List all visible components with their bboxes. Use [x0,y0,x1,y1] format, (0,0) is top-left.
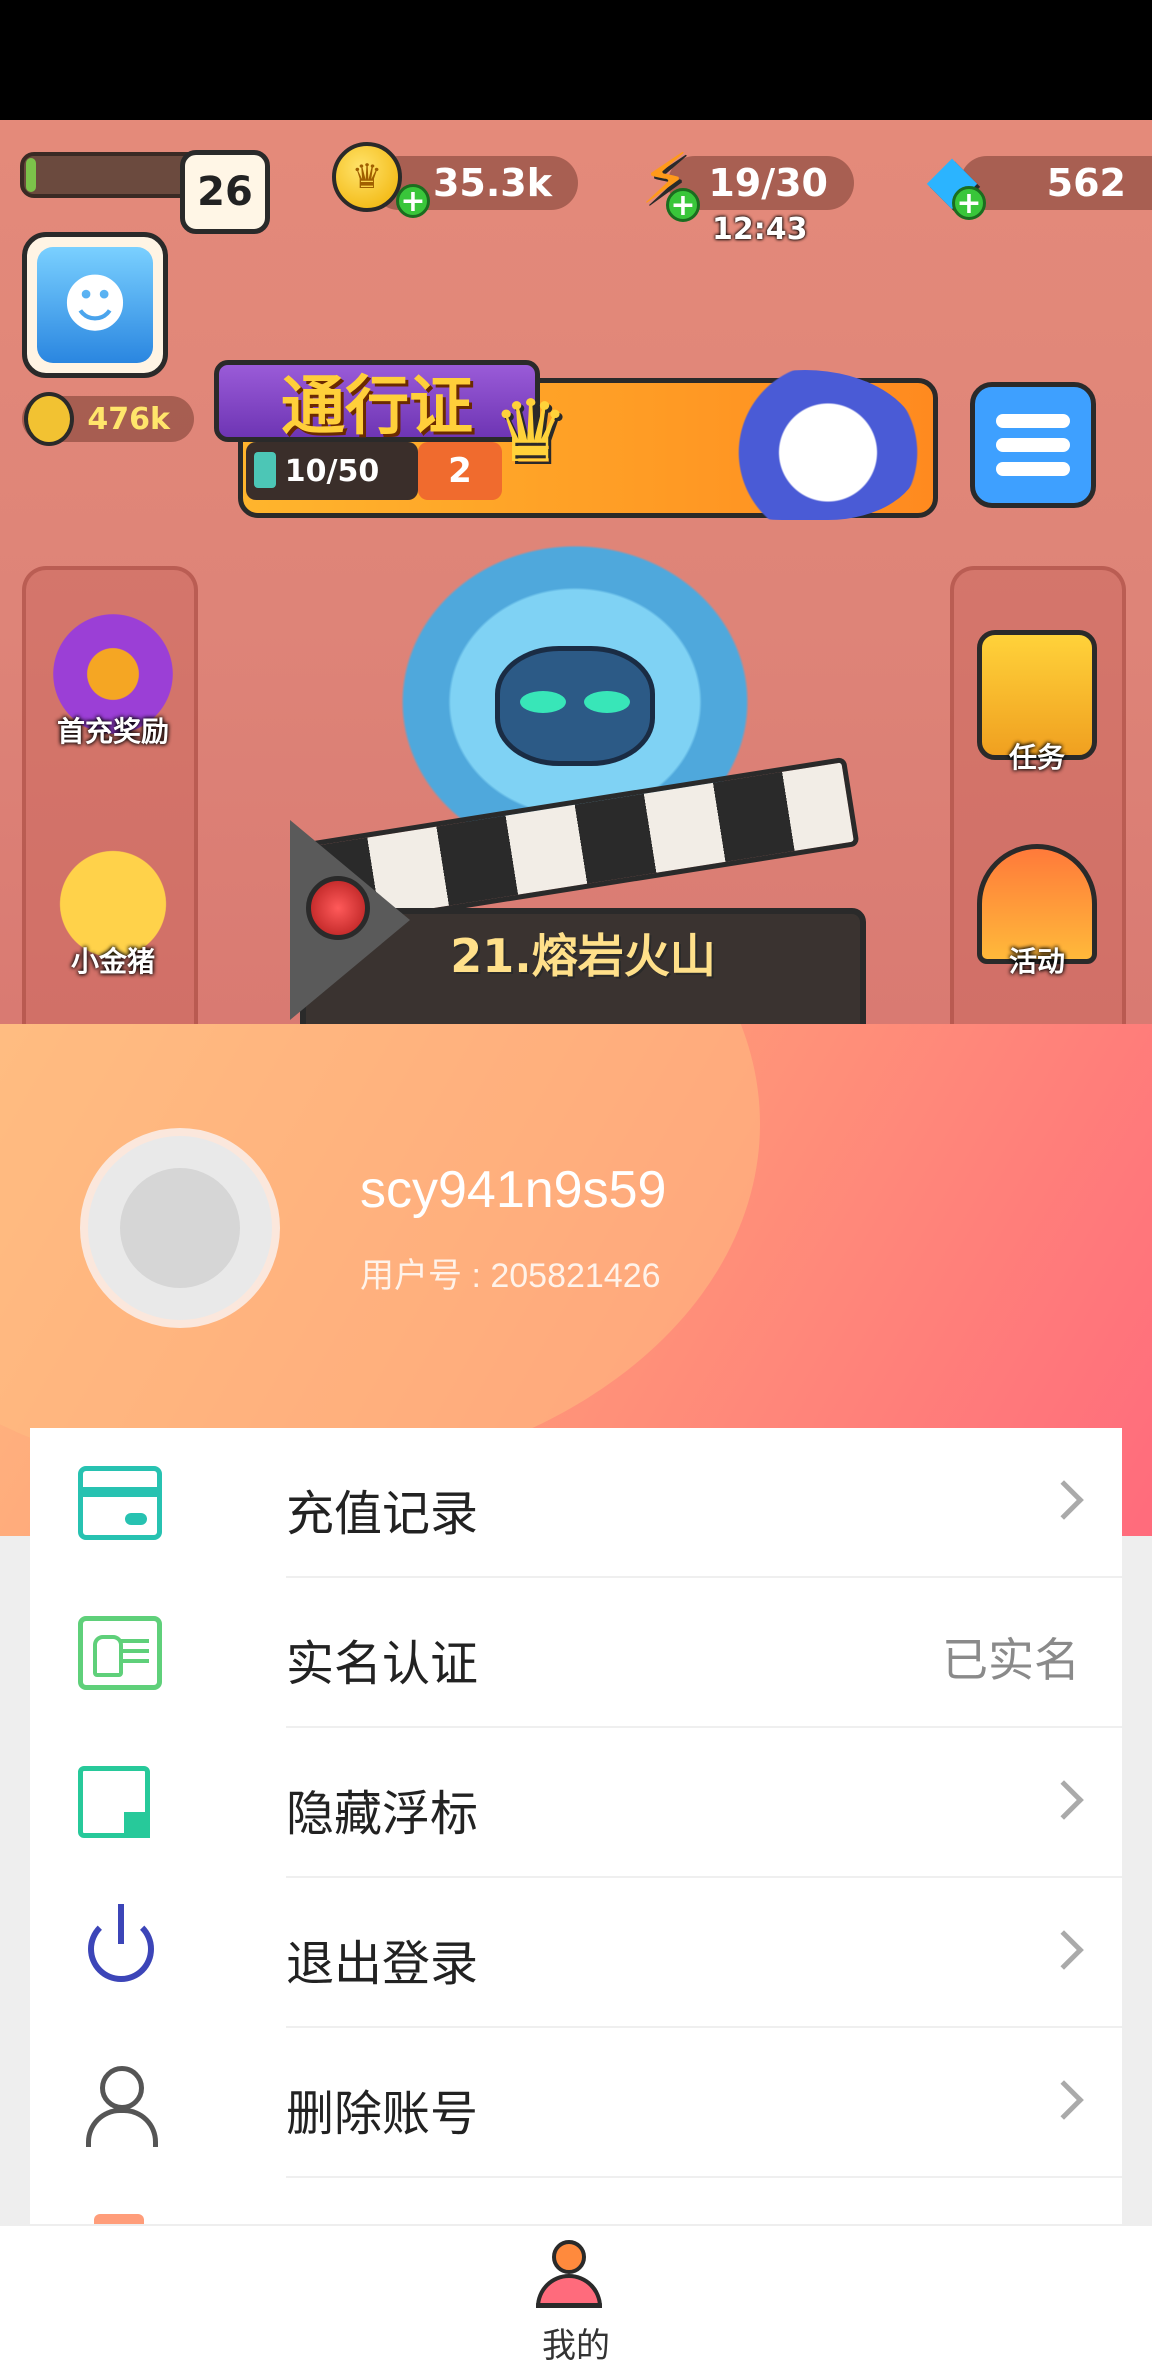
menu-item-label: 隐藏浮标 [286,1788,479,1841]
menu-item-label: 删除账号 [286,2088,479,2141]
gems-value: 562 [1046,161,1126,205]
chevron-right-icon [1044,2080,1084,2120]
coin-icon: ♛ [332,142,402,212]
tasks-label: 任务 [1008,741,1065,774]
chevron-right-icon [1044,1930,1084,1970]
battle-pass-progress-text: 10/50 [284,453,380,489]
status-bar [0,0,1152,120]
energy-value: 19/30 [708,161,828,205]
menu-item-label: 实名认证 [286,1638,479,1691]
menu-item-label: 退出登录 [286,1938,479,1991]
id-card-icon [78,1616,162,1690]
power-icon [24,392,74,446]
verification-status: 已实名 [942,1634,1080,1686]
crown-icon: ♛ [492,382,570,482]
pass-mascot-icon [690,370,920,520]
chevron-right-icon [1044,1480,1084,1520]
game-view[interactable]: 26 35.3k ♛ + 19/30 ⚡ + 12:43 562 ◆ + ☻ 4… [0,120,1152,1024]
first-recharge-reward-button[interactable]: 首充奖励 [38,614,188,750]
first-recharge-reward-label: 首充奖励 [56,715,169,748]
add-coins-icon[interactable]: + [396,184,430,219]
energy-timer: 12:43 [712,212,808,247]
level-progress-fill [26,158,36,192]
main-menu-button[interactable] [970,382,1096,508]
slime-avatar-icon: ☻ [37,247,153,363]
battle-pass-level: 2 [418,442,502,500]
piggy-bank-label: 小金猪 [70,945,155,978]
chevron-right-icon [1044,1780,1084,1820]
bottom-navigation: 我的 [0,2224,1152,2376]
menu-item-hide-float[interactable]: 隐藏浮标 [30,1728,1122,1878]
card-icon [78,1466,162,1540]
events-button[interactable]: 活动 [962,844,1112,980]
power-icon [88,1904,154,1982]
menu-item-partial[interactable] [30,2178,1122,2228]
menu-item-logout[interactable]: 退出登录 [30,1878,1122,2028]
profile-icon[interactable] [534,2240,604,2310]
player-avatar[interactable]: ☻ [22,232,168,378]
float-window-icon [78,1766,150,1838]
power-value: 476k [87,401,170,437]
tasks-button[interactable]: 任务 [962,630,1112,776]
user-id: 用户号 : 205821426 [360,1257,661,1295]
nav-tab-mine[interactable]: 我的 [0,2318,1152,2367]
events-label: 活动 [1008,945,1065,978]
piggy-bank-button[interactable]: 小金猪 [38,844,188,980]
player-level-badge[interactable]: 26 [180,150,270,234]
menu-item-delete-account[interactable]: 删除账号 [30,2028,1122,2178]
default-avatar-icon [120,1168,240,1288]
menu-item-label: 充值记录 [286,1488,479,1541]
stage-name: 21.熔岩火山 [450,929,716,983]
account-menu: 充值记录 实名认证 已实名 隐藏浮标 退出登录 删除账号 [30,1428,1122,2228]
user-avatar[interactable] [80,1128,280,1328]
user-icon [78,2066,162,2147]
add-energy-icon[interactable]: + [666,188,700,223]
add-gems-icon[interactable]: + [952,186,986,221]
battle-pass-progress: 10/50 [246,442,418,500]
menu-item-real-name-verification[interactable]: 实名认证 已实名 [30,1578,1122,1728]
level-progress-bar [20,152,205,198]
menu-item-recharge-history[interactable]: 充值记录 [30,1428,1122,1578]
coins-value: 35.3k [432,161,552,205]
username: scy941n9s59 [360,1161,667,1219]
